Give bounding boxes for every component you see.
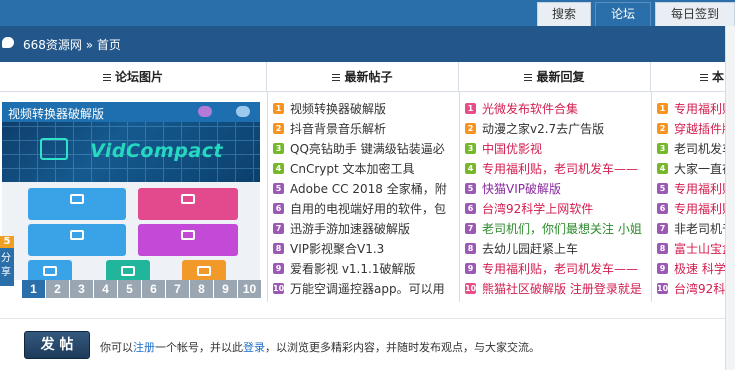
pager-page[interactable]: 1 (22, 280, 46, 298)
slider-pager: 1 2 3 4 5 6 7 8 9 10 (22, 280, 262, 298)
pager-page[interactable]: 8 (190, 280, 214, 298)
app-tile (28, 260, 72, 280)
list-item[interactable]: 1 光微发布软件合集 (463, 99, 649, 119)
breadcrumb-current: 首页 (96, 38, 121, 52)
list-item[interactable]: 4 专用福利贴，老司机发车—— (463, 159, 649, 179)
page-scroll-edge (725, 26, 735, 370)
app-tile (138, 188, 238, 220)
list-item[interactable]: 8富士山宝盒 (655, 239, 725, 259)
list-item[interactable]: 7 老司机们，你们最想关注 小姐 (463, 219, 649, 239)
breadcrumb-bar: 668资源网 » 首页 (0, 26, 735, 62)
list-item[interactable]: 7 迅游手游加速器破解版 (271, 219, 457, 239)
breadcrumb: 668资源网 » 首页 (23, 36, 121, 53)
list-item[interactable]: 5专用福利贴 (655, 179, 725, 199)
column-divider (459, 92, 460, 302)
column-divider (651, 92, 652, 302)
pager-page[interactable]: 4 (94, 280, 118, 298)
list-item[interactable]: 8 VIP影视聚合V1.3 (271, 239, 457, 259)
list-icon (700, 74, 708, 81)
list-item[interactable]: 3老司机发车 (655, 139, 725, 159)
list-item[interactable]: 9 爱看影视 v1.1.1破解版 (271, 259, 457, 279)
tab-forum[interactable]: 论坛 (595, 2, 651, 26)
list-item[interactable]: 9极速 科学上 (655, 259, 725, 279)
app-tile (28, 224, 126, 256)
gear-icon (236, 106, 250, 117)
login-notice: 你可以注册一个帐号，并以此登录，以浏览更多精彩内容，并随时发布观点，与大家交流。 (100, 341, 540, 354)
toggle-icon (198, 106, 212, 117)
pager-page[interactable]: 7 (166, 280, 190, 298)
app-brand-name: VidCompact (90, 140, 224, 162)
app-tile (182, 260, 226, 280)
list-item[interactable]: 3 QQ亮钻助手 键满级钻装逼必 (271, 139, 457, 159)
list-item[interactable]: 10 熊猫社区破解版 注册登录就是 (463, 279, 649, 299)
latest-posts-list: 1 视频转换器破解版 2 抖音背景音乐解析 3 QQ亮钻助手 键满级钻装逼必 4 CnC… (271, 99, 457, 299)
header-latest-replies: 最新回复 (459, 62, 651, 92)
list-item[interactable]: 7非老司机千 (655, 219, 725, 239)
list-item[interactable]: 5 Adobe CC 2018 全家桶，附 (271, 179, 457, 199)
pager-page[interactable]: 3 (70, 280, 94, 298)
list-item[interactable]: 8 去幼儿园赶紧上车 (463, 239, 649, 259)
list-item[interactable]: 2穿越插件版 (655, 119, 725, 139)
share-label[interactable]: 分享 (1, 252, 13, 280)
share-badge: 5 (0, 236, 14, 248)
pager-page[interactable]: 5 (118, 280, 142, 298)
top-bar: 搜索 论坛 每日签到 (0, 0, 735, 26)
app-tile (28, 188, 126, 220)
breadcrumb-separator: » (85, 38, 94, 52)
list-item[interactable]: 10台湾92科学 (655, 279, 725, 299)
list-icon (332, 74, 341, 81)
list-item[interactable]: 4 CnCrypt 文本加密工具 (271, 159, 457, 179)
pager-page[interactable]: 9 (214, 280, 238, 298)
tab-search[interactable]: 搜索 (537, 2, 591, 26)
column-divider (267, 92, 268, 302)
list-item[interactable]: 4大家一直在 (655, 159, 725, 179)
breadcrumb-site-link[interactable]: 668资源网 (23, 38, 82, 52)
list-icon (524, 74, 533, 81)
pager-page[interactable]: 6 (142, 280, 166, 298)
list-item[interactable]: 1 视频转换器破解版 (271, 99, 457, 119)
post-notice-bar: 发 帖 你可以注册一个帐号，并以此登录，以浏览更多精彩内容，并随时发布观点，与大… (0, 318, 725, 370)
list-item[interactable]: 9 专用福利贴，老司机发车—— (463, 259, 649, 279)
list-item[interactable]: 10 万能空调遥控器app。可以用 (271, 279, 457, 299)
list-item[interactable]: 2 动漫之家v2.7去广告版 (463, 119, 649, 139)
app-tile (106, 260, 150, 280)
list-item[interactable]: 1专用福利贴 (655, 99, 725, 119)
header-fourth: 本 (700, 62, 725, 92)
pager-page[interactable]: 2 (46, 280, 70, 298)
register-link[interactable]: 注册 (133, 341, 155, 354)
post-button[interactable]: 发 帖 (24, 331, 90, 359)
chat-bubble-icon (2, 37, 14, 48)
column-headers: 论坛图片 最新帖子 最新回复 本 本 (0, 62, 735, 92)
header-forum-pictures: 论坛图片 (0, 62, 267, 92)
pager-page[interactable]: 10 (238, 280, 262, 298)
fourth-column-list: 1专用福利贴 2穿越插件版 3老司机发车 4大家一直在 5专用福利贴 6专用福利… (655, 99, 725, 299)
list-item[interactable]: 2 抖音背景音乐解析 (271, 119, 457, 139)
login-link[interactable]: 登录 (243, 341, 265, 354)
list-item[interactable]: 3 中国优影视 (463, 139, 649, 159)
list-icon (102, 74, 111, 81)
latest-replies-list: 1 光微发布软件合集 2 动漫之家v2.7去广告版 3 中国优影视 4 专用福利贴，老司… (463, 99, 649, 299)
list-item[interactable]: 6专用福利贴 (655, 199, 725, 219)
header-latest-posts: 最新帖子 (267, 62, 459, 92)
app-screenshot-grid (2, 182, 260, 280)
list-item[interactable]: 6 台湾92科学上网软件 (463, 199, 649, 219)
slider-title[interactable]: 视频转换器破解版 (8, 105, 104, 122)
share-tab[interactable]: 5 分享 (0, 236, 14, 286)
list-item[interactable]: 6 自用的电视端好用的软件，包 (271, 199, 457, 219)
video-compress-icon (40, 138, 68, 160)
app-tile (138, 224, 238, 256)
tab-daily-signin[interactable]: 每日签到 (655, 2, 735, 26)
list-item[interactable]: 5 快猫VIP破解版 (463, 179, 649, 199)
slider-image[interactable]: 视频转换器破解版 VidCompact (2, 102, 260, 182)
